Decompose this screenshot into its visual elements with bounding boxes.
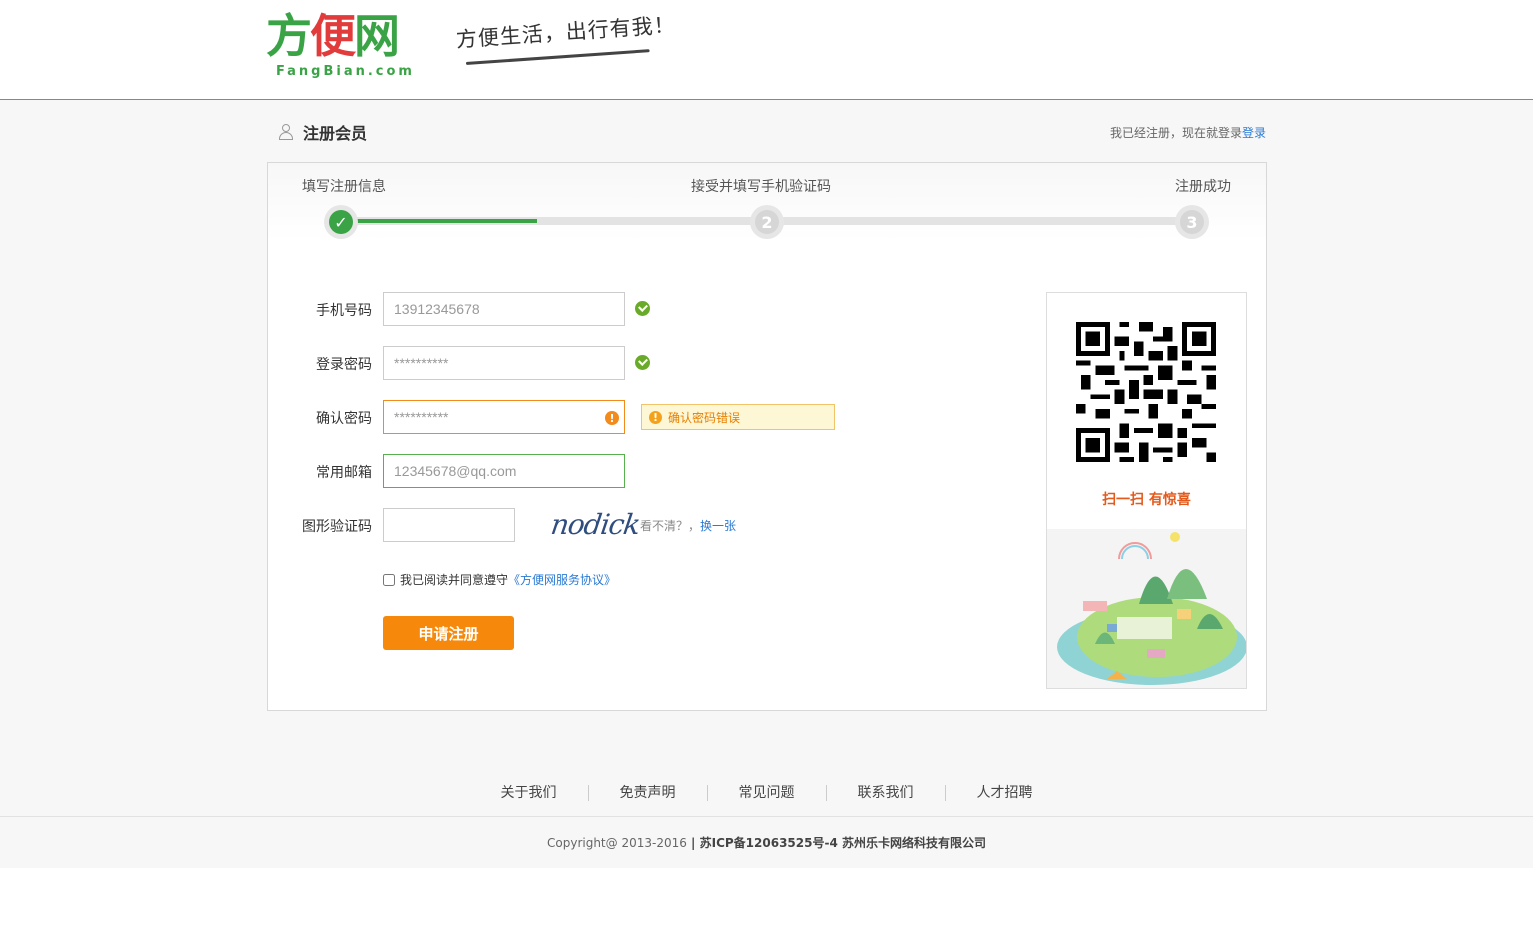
error-tooltip: ! 确认密码错误 [641,404,835,430]
logo-wordmark: 方便网 [266,9,400,63]
qr-code-image [1076,322,1216,462]
password-input[interactable]: ********** [383,346,625,380]
footer-link-jobs[interactable]: 人才招聘 [944,785,1064,801]
copyright-company: | 苏ICP备12063525号-4 苏州乐卡网络科技有限公司 [686,836,986,850]
email-label: 常用邮箱 [316,465,372,481]
captcha-hint: 看不清？，换一张 [640,517,736,534]
logo-domain: FangBian.com [276,64,415,79]
footer-nav: 关于我们 免责声明 常见问题 联系我们 人才招聘 [0,770,1533,817]
registration-panel: 填写注册信息 接受并填写手机验证码 注册成功 ✓ 2 3 手机号码 139123… [267,162,1267,711]
warning-icon: ! [605,411,619,425]
phone-label: 手机号码 [316,303,372,319]
step-node-1: ✓ [324,205,358,239]
login-hint-text: 我已经注册，现在就登录 [1109,126,1242,140]
step-node-3: 3 [1175,205,1209,239]
step-node-2: 2 [750,205,784,239]
email-input[interactable]: 12345678@qq.com [383,454,625,488]
service-agreement-link[interactable]: 《方便网服务协议》 [508,571,616,588]
check-icon: ✓ [329,210,353,234]
step-label-3: 注册成功 [1175,179,1231,195]
site-header: 方便网 FangBian.com 方便生活，出行有我！ [0,0,1533,100]
agree-checkbox[interactable] [383,573,395,586]
confirm-password-input[interactable]: ********** [383,400,625,434]
valid-check-icon [635,301,650,316]
agreement-row: 我已阅读并同意遵守 《方便网服务协议》 [383,571,616,588]
login-hint: 我已经注册，现在就登录登录 [1110,124,1266,141]
register-submit-button[interactable]: 申请注册 [383,616,514,650]
phone-input[interactable]: 13912345678 [383,292,625,326]
progress-fill [336,219,537,223]
site-slogan: 方便生活，出行有我！ [455,12,677,52]
captcha-refresh-link[interactable]: 换一张 [700,519,736,533]
footer-link-contact[interactable]: 联系我们 [825,785,945,801]
copyright: Copyright@ 2013-2016 | 苏ICP备12063525号-4 … [0,834,1533,851]
error-message: 确认密码错误 [668,410,741,425]
page-bottom [0,868,1533,940]
captcha-hint-text: 看不清？， [640,519,701,533]
step-label-1: 填写注册信息 [302,179,386,195]
confirm-password-label: 确认密码 [316,411,372,427]
site-logo[interactable]: 方便网 FangBian.com [266,10,436,86]
promo-card: 扫一扫 有惊喜 [1046,292,1247,689]
footer-link-about[interactable]: 关于我们 [470,785,588,801]
login-link[interactable]: 登录 [1242,126,1266,140]
agree-text: 我已阅读并同意遵守 [400,573,509,587]
valid-check-icon [635,355,650,370]
password-label: 登录密码 [316,357,372,373]
step-number-2: 2 [755,210,779,234]
page-title-row: 注册会员 [278,120,367,144]
user-icon [278,123,294,141]
city-illustration [1047,529,1246,688]
scan-slogan: 扫一扫 有惊喜 [1102,492,1191,508]
captcha-input[interactable] [383,508,515,542]
footer-link-disclaimer[interactable]: 免责声明 [587,785,707,801]
page-title: 注册会员 [303,124,368,143]
warning-icon: ! [649,410,662,424]
step-label-2: 接受并填写手机验证码 [691,179,831,195]
captcha-label: 图形验证码 [302,519,372,535]
copyright-year: Copyright@ 2013-2016 [547,836,687,850]
slogan-underline [465,49,650,65]
captcha-image[interactable]: nodick [549,508,642,542]
footer-link-faq[interactable]: 常见问题 [706,785,826,801]
step-number-3: 3 [1180,210,1204,234]
